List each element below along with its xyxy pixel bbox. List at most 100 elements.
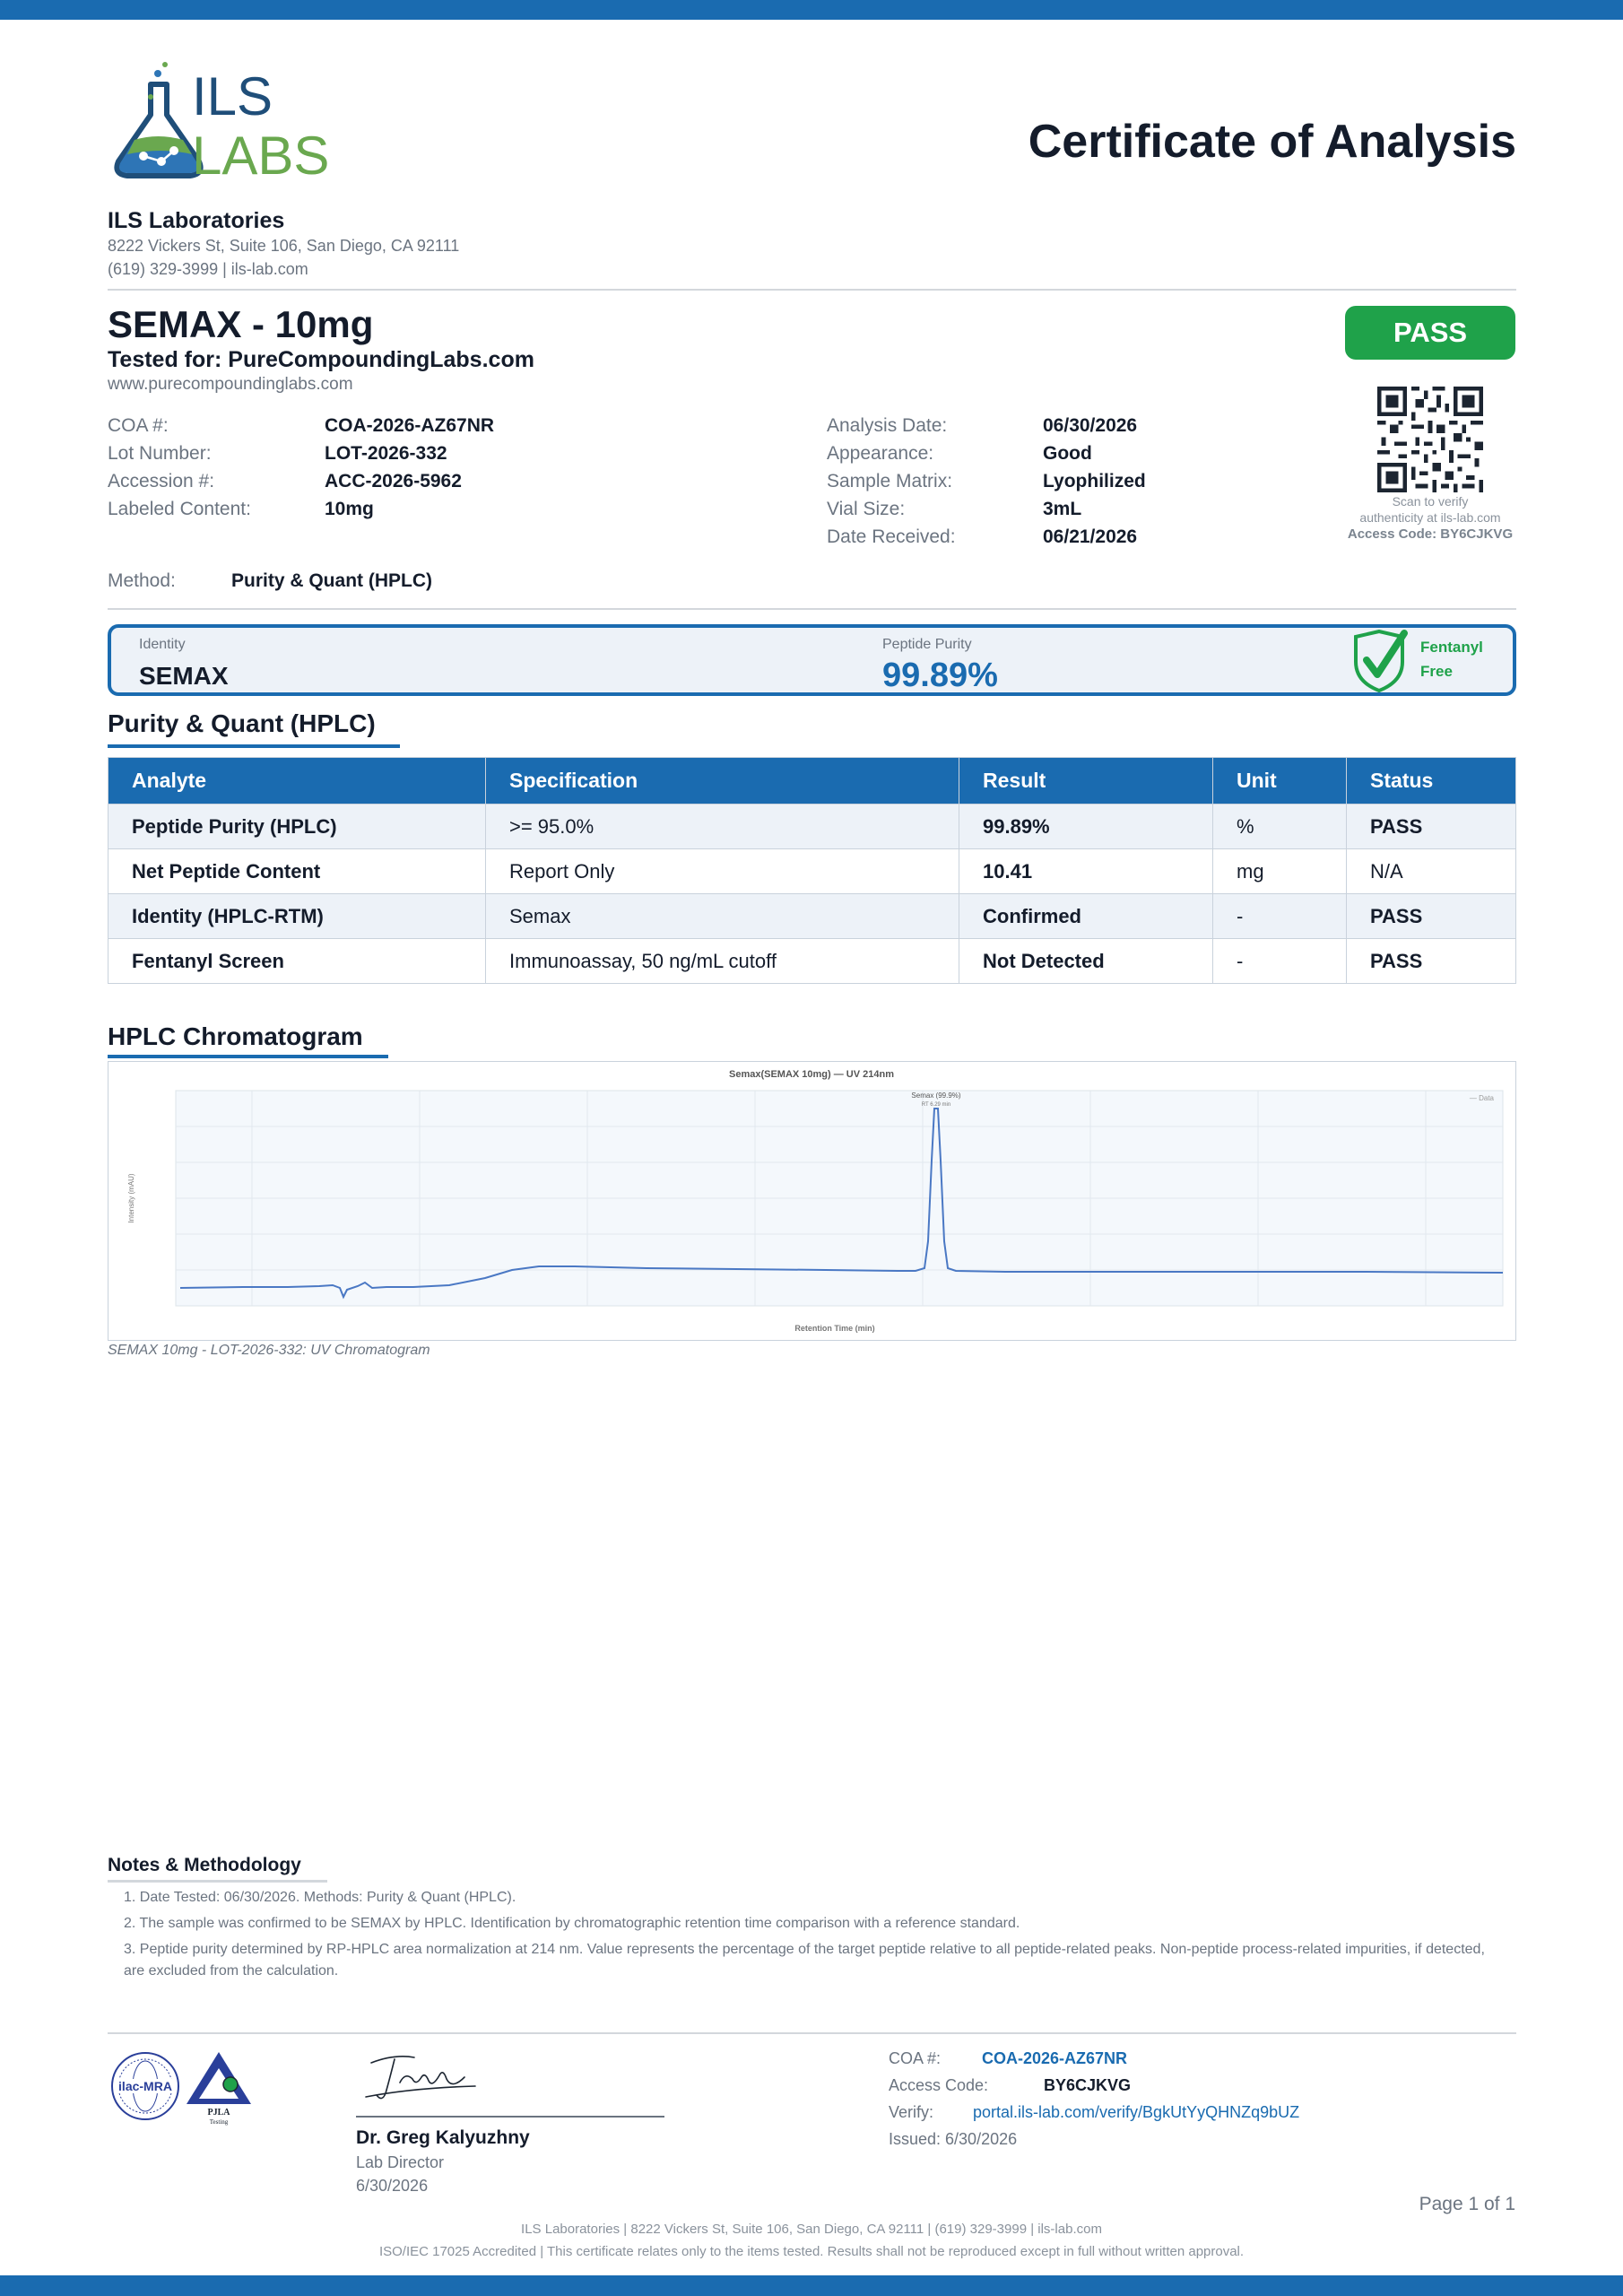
peptide-purity-label: Peptide Purity [882, 637, 972, 652]
results-section-underline [108, 744, 400, 748]
results-section-title: Purity & Quant (HPLC) [108, 709, 376, 737]
table-row: Peptide Purity (HPLC) >= 95.0% 99.89% % … [108, 804, 1516, 849]
specification-cell: Immunoassay, 50 ng/mL cutoff [485, 938, 959, 984]
top-accent-bar [0, 0, 1623, 20]
appearance-label: Appearance: [827, 443, 934, 464]
signature-line [356, 2116, 664, 2118]
table-row: Net Peptide Content Report Only 10.41 mg… [108, 848, 1516, 894]
lot-number-value: LOT-2026-332 [325, 443, 447, 464]
vial-size-label: Vial Size: [827, 499, 906, 519]
shield-check-icon [1354, 630, 1408, 692]
signer-name: Dr. Greg Kalyuzhny [356, 2127, 530, 2148]
result-cell: 99.89% [959, 804, 1213, 849]
col-header-unit: Unit [1212, 757, 1347, 804]
verify-url-link[interactable]: portal.ils-lab.com/verify/BgkUtYyQHNZq9b… [973, 2103, 1299, 2122]
ilac-mra-text: ilac-MRA [118, 2079, 172, 2093]
qr-access-code: Access Code: BY6CJKVG [1347, 526, 1514, 542]
note-item-3: 3. Peptide purity determined by RP-HPLC … [124, 1942, 1485, 1979]
footer-coa-label: COA #: [889, 2049, 942, 2067]
issued-date: Issued: 6/30/2026 [889, 2130, 1018, 2148]
logo-text-labs: LABS [192, 126, 329, 182]
result-summary-box: Identity SEMAX Peptide Purity 99.89% Fen… [108, 624, 1516, 696]
coa-number-value: COA-2026-AZ67NR [325, 415, 495, 436]
status-cell: N/A [1346, 848, 1516, 894]
footer-disclaimer: ISO/IEC 17025 Accredited | This certific… [378, 2244, 1245, 2259]
overall-status-badge: PASS [1345, 306, 1515, 360]
analysis-date-value: 06/30/2026 [1043, 415, 1138, 436]
results-table-header: Analyte Specification Result Unit Status [108, 757, 1516, 804]
unit-cell: - [1212, 893, 1347, 939]
peak-sublabel: RT 6.29 min [922, 1102, 950, 1108]
chromatogram-legend: — Data [1470, 1094, 1495, 1102]
date-received-value: 06/21/2026 [1043, 526, 1138, 547]
client-website-link[interactable]: www.purecompoundinglabs.com [108, 375, 353, 395]
lot-number-label: Lot Number: [108, 443, 212, 464]
accession-number-label: Accession #: [108, 471, 215, 491]
method-value: Purity & Quant (HPLC) [231, 570, 432, 591]
qr-scan-instructions: Scan to verify authenticity at ils-lab.c… [1359, 494, 1501, 525]
note-item-1: 1. Date Tested: 06/30/2026. Methods: Pur… [124, 1890, 516, 1905]
verification-qr-code[interactable] [1377, 387, 1483, 492]
results-table: Analyte Specification Result Unit Status… [108, 757, 1516, 984]
col-header-analyte: Analyte [108, 757, 486, 804]
product-name: SEMAX - 10mg [108, 303, 374, 345]
chromatogram-section-underline [108, 1055, 388, 1058]
result-cell: 10.41 [959, 848, 1213, 894]
col-header-result: Result [959, 757, 1213, 804]
lab-name: ILS Laboratories [108, 208, 285, 233]
logo-text-ils: ILS [192, 66, 273, 126]
notes-section-title: Notes & Methodology [108, 1855, 301, 1875]
date-received-label: Date Received: [827, 526, 956, 547]
analyte-cell: Net Peptide Content [108, 848, 486, 894]
peak-label: Semax (99.9%) [911, 1091, 960, 1100]
status-cell: PASS [1346, 938, 1516, 984]
footer-coa-value: COA-2026-AZ67NR [982, 2049, 1128, 2067]
col-header-specification: Specification [485, 757, 959, 804]
chromatogram-xlabel: Retention Time (min) [794, 1324, 874, 1333]
vial-size-value: 3mL [1043, 499, 1082, 519]
pjla-text: PJLA [208, 2108, 231, 2118]
flask-icon [114, 62, 204, 178]
header-divider [108, 289, 1516, 291]
sample-matrix-label: Sample Matrix: [827, 471, 953, 491]
labeled-content-label: Labeled Content: [108, 499, 251, 519]
footer-access-code-label: Access Code: [889, 2076, 989, 2094]
chromatogram-title: Semax(SEMAX 10mg) — UV 214nm [729, 1069, 894, 1080]
analyte-cell: Fentanyl Screen [108, 938, 486, 984]
pjla-testing-seal: PJLA Testing [187, 2052, 251, 2126]
peptide-purity-value: 99.89% [882, 657, 998, 694]
specification-cell: Semax [485, 893, 959, 939]
analyte-cell: Peptide Purity (HPLC) [108, 804, 486, 849]
method-label: Method: [108, 570, 176, 591]
signature-date: 6/30/2026 [356, 2177, 429, 2195]
chromatogram-ylabel: Intensity (mAU) [127, 1173, 135, 1222]
lab-address: 8222 Vickers St, Suite 106, San Diego, C… [108, 237, 460, 255]
ils-labs-logo: ILS LABS [114, 62, 329, 182]
status-cell: PASS [1346, 804, 1516, 849]
table-row: Fentanyl Screen Immunoassay, 50 ng/mL cu… [108, 938, 1516, 984]
director-signature [365, 2056, 476, 2100]
unit-cell: - [1212, 938, 1347, 984]
document-title: Certificate of Analysis [1028, 116, 1516, 168]
chromatogram-image: Semax(SEMAX 10mg) — UV 214nm Semax (99.9… [108, 1061, 1516, 1341]
coa-number-label: COA #: [108, 415, 169, 436]
page-number: Page 1 of 1 [1419, 2194, 1515, 2214]
unit-cell: % [1212, 804, 1347, 849]
footer-lab-info: ILS Laboratories | 8222 Vickers St, Suit… [521, 2222, 1102, 2237]
lab-contact: (619) 329-3999 | ils-lab.com [108, 260, 308, 278]
signer-role: Lab Director [356, 2153, 445, 2171]
unit-cell: mg [1212, 848, 1347, 894]
ilac-mra-seal: ilac-MRA [111, 2052, 179, 2120]
result-cell: Not Detected [959, 938, 1213, 984]
tested-for: Tested for: PureCompoundingLabs.com [108, 347, 534, 372]
meta-divider [108, 608, 1516, 610]
notes-underline [108, 1880, 327, 1883]
chromatogram-caption: SEMAX 10mg - LOT-2026-332: UV Chromatogr… [108, 1343, 430, 1358]
bottom-accent-bar [0, 2275, 1623, 2296]
appearance-value: Good [1043, 443, 1092, 464]
identity-value: SEMAX [139, 662, 229, 690]
specification-cell: Report Only [485, 848, 959, 894]
accession-number-value: ACC-2026-5962 [325, 471, 462, 491]
chromatogram-section-title: HPLC Chromatogram [108, 1022, 363, 1050]
footer-divider [108, 2032, 1516, 2034]
